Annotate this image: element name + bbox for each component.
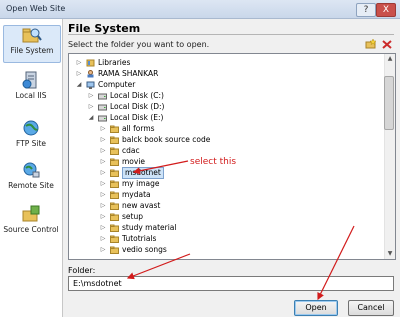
- user-icon: [87, 70, 94, 78]
- tree-node-label: study material: [122, 223, 177, 232]
- tree-node-label: Local Disk (C:): [110, 91, 164, 100]
- tree-node-label: Libraries: [98, 58, 131, 67]
- sidebar-item-label: Source Control: [3, 225, 59, 234]
- window-title: Open Web Site: [6, 4, 66, 13]
- scroll-down-icon[interactable]: ▼: [386, 250, 394, 258]
- sidebar-item-local-iis[interactable]: Local IIS: [3, 71, 59, 107]
- delete-icon[interactable]: [381, 39, 393, 49]
- globe-network-icon: [23, 162, 40, 178]
- expand-arrow-icon[interactable]: ▷: [87, 102, 95, 112]
- expand-arrow-icon[interactable]: ▷: [99, 223, 107, 233]
- folder-icon: [110, 213, 119, 221]
- cancel-button[interactable]: Cancel: [348, 300, 394, 316]
- tree-node-label: RAMA SHANKAR: [98, 69, 159, 78]
- folder-icon: [110, 169, 119, 177]
- folder-icon: [110, 224, 119, 232]
- globe-icon: [23, 120, 39, 136]
- sidebar-item-remote-site[interactable]: Remote Site: [3, 161, 59, 197]
- tree-node-label: mydata: [122, 190, 151, 199]
- tree-node-label: all forms: [122, 124, 155, 133]
- title-bar: Open Web Site ? X: [0, 0, 400, 19]
- scrollbar-thumb[interactable]: [384, 76, 394, 130]
- expand-arrow-icon[interactable]: ▷: [99, 179, 107, 189]
- sidebar-item-source-control[interactable]: Source Control: [3, 205, 59, 253]
- sidebar-item-label: Local IIS: [15, 91, 47, 100]
- expand-arrow-icon[interactable]: ▷: [99, 201, 107, 211]
- folder-icon: [110, 202, 119, 210]
- sidebar-item-label: File System: [10, 46, 54, 55]
- folder-path-input[interactable]: E:\msdotnet: [68, 276, 394, 291]
- sidebar-item-file-system[interactable]: File System: [3, 25, 61, 63]
- new-folder-icon[interactable]: [365, 39, 377, 49]
- library-icon: [86, 59, 95, 67]
- drive-icon: [98, 115, 107, 122]
- tree-node-label: cdac: [122, 146, 140, 155]
- expand-arrow-icon[interactable]: ▷: [99, 135, 107, 145]
- expand-arrow-icon[interactable]: ▷: [87, 91, 95, 101]
- sidebar-item-ftp-site[interactable]: FTP Site: [3, 119, 59, 155]
- collapse-arrow-icon[interactable]: ◢: [75, 80, 83, 90]
- open-button[interactable]: Open: [294, 300, 338, 316]
- expand-arrow-icon[interactable]: ▷: [99, 157, 107, 167]
- annotation-text: select this: [190, 157, 237, 167]
- expand-arrow-icon[interactable]: ▷: [75, 58, 83, 68]
- expand-arrow-icon[interactable]: ▷: [99, 146, 107, 156]
- tree-node-label: msdotnet: [122, 167, 164, 179]
- divider: [68, 34, 394, 35]
- expand-arrow-icon[interactable]: ▷: [99, 124, 107, 134]
- expand-arrow-icon[interactable]: ▷: [99, 234, 107, 244]
- tree-node-label: balck book source code: [122, 135, 211, 144]
- folder-icon: [110, 235, 119, 243]
- expand-arrow-icon[interactable]: ▷: [99, 245, 107, 255]
- folder-icon: [110, 180, 119, 188]
- folder-label: Folder:: [68, 266, 96, 275]
- instruction-text: Select the folder you want to open.: [68, 40, 210, 49]
- expand-arrow-icon[interactable]: ▷: [99, 168, 107, 178]
- tree-node-label: movie: [122, 157, 146, 166]
- folder-icon: [110, 246, 119, 254]
- expand-arrow-icon[interactable]: ▷: [99, 212, 107, 222]
- tree-node-label: my image: [122, 179, 160, 188]
- folder-icon: [110, 158, 119, 166]
- expand-arrow-icon[interactable]: ▷: [99, 190, 107, 200]
- collapse-arrow-icon[interactable]: ◢: [87, 113, 95, 123]
- drive-icon: [98, 93, 107, 100]
- tree-node-label: Computer: [98, 80, 136, 89]
- folder-icon: [110, 191, 119, 199]
- vertical-scrollbar[interactable]: ▲ ▼: [384, 54, 395, 259]
- folder-icon: [110, 125, 119, 133]
- folder-icon: [110, 136, 119, 144]
- sidebar-item-label: Remote Site: [8, 181, 54, 190]
- close-button[interactable]: X: [376, 3, 396, 17]
- server-icon: [22, 71, 37, 89]
- scroll-up-icon[interactable]: ▲: [386, 55, 394, 63]
- tree-node-label: new avast: [122, 201, 161, 210]
- source-control-icon: [22, 205, 40, 222]
- computer-icon: [86, 81, 95, 89]
- tree-node-label: Tutotrials: [122, 234, 157, 243]
- drive-icon: [98, 104, 107, 111]
- tree-node-label: Local Disk (D:): [110, 102, 165, 111]
- folder-icon: [110, 147, 119, 155]
- sidebar-item-label: FTP Site: [15, 139, 47, 148]
- tree-node-label: setup: [122, 212, 143, 221]
- tree-node-label: vedio songs: [122, 245, 167, 254]
- tree-node-label: Local Disk (E:): [110, 113, 164, 122]
- folder-magnifier-icon: [22, 28, 42, 43]
- expand-arrow-icon[interactable]: ▷: [75, 69, 83, 79]
- help-button[interactable]: ?: [356, 3, 376, 17]
- location-sidebar: File System Local IIS FTP Site Remote Si…: [0, 19, 63, 317]
